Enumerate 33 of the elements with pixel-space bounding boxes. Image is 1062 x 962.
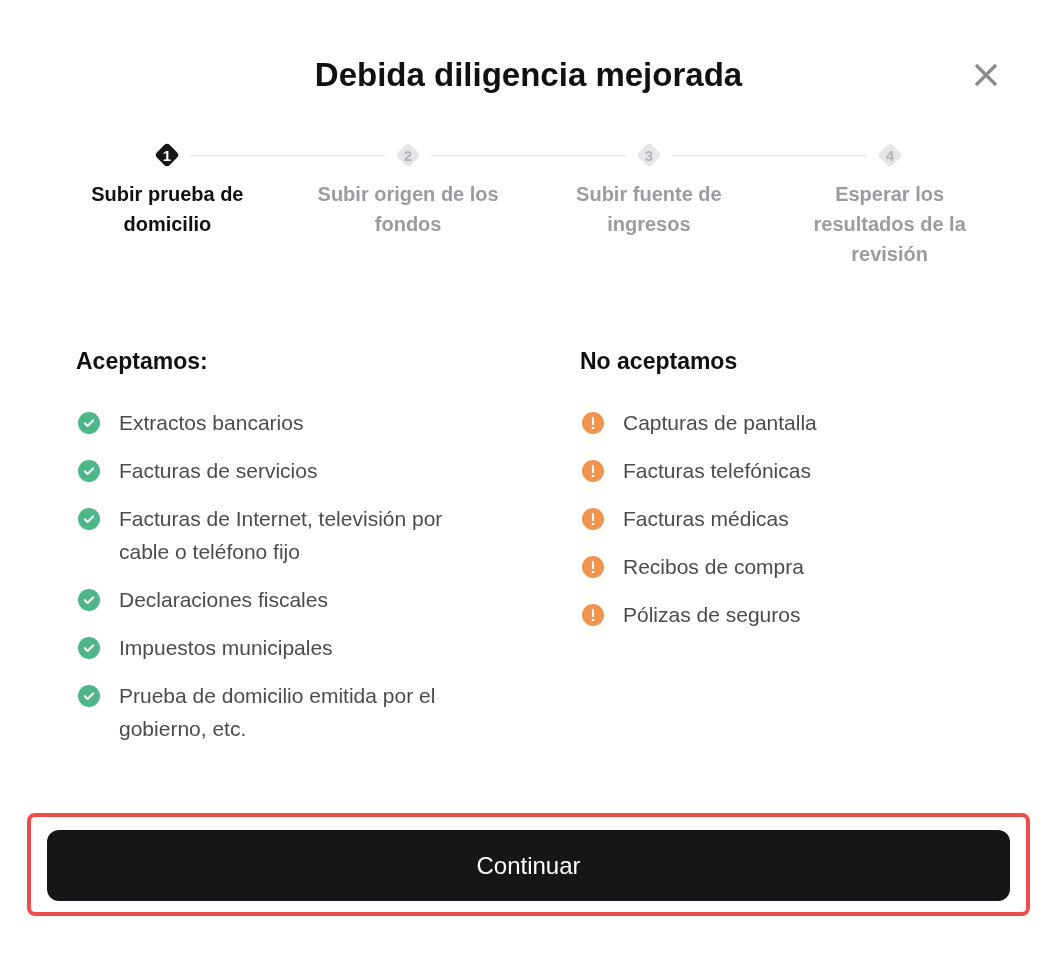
exclamation-circle-icon	[582, 411, 604, 434]
close-icon	[974, 63, 998, 87]
check-circle-icon	[78, 459, 100, 482]
check-circle-icon	[78, 684, 100, 707]
continue-button[interactable]: Continuar	[47, 830, 1010, 901]
step-marker: 1	[154, 142, 180, 168]
exclamation-circle-icon	[582, 555, 604, 578]
step-label: Esperar los resultados de la revisión	[812, 182, 967, 267]
document-type-text: Impuestos municipales	[119, 635, 334, 661]
rejected-heading: No aceptamos	[580, 347, 739, 376]
check-circle-icon	[78, 588, 100, 611]
exclamation-circle-icon	[582, 603, 604, 626]
document-type-text: Facturas de Internet, televisión por cable o teléfono fijo	[119, 506, 444, 565]
document-type-text: Prueba de domicilio emitida por el gobierno, etc.	[119, 683, 437, 742]
exclamation-circle-icon	[582, 507, 604, 530]
accepted-heading: Aceptamos:	[76, 347, 209, 376]
document-type-text: Extractos bancarios	[119, 410, 305, 436]
document-type-text: Recibos de compra	[623, 554, 805, 580]
document-type-text: Pólizas de seguros	[623, 602, 802, 628]
check-circle-icon	[78, 636, 100, 659]
check-circle-icon	[78, 507, 100, 530]
document-type-text: Declaraciones fiscales	[119, 587, 329, 613]
document-type-text: Facturas de servicios	[119, 458, 319, 484]
step-label: Subir prueba de domicilio	[90, 182, 245, 237]
check-circle-icon	[78, 411, 100, 434]
document-type-text: Facturas telefónicas	[623, 458, 812, 484]
exclamation-circle-icon	[582, 459, 604, 482]
close-button[interactable]	[974, 63, 998, 87]
dialog-title: Debida diligencia mejorada	[314, 55, 743, 95]
step-label: Subir fuente de ingresos	[575, 182, 723, 237]
document-type-text: Capturas de pantalla	[623, 410, 818, 436]
document-type-text: Facturas médicas	[623, 506, 790, 532]
step-label: Subir origen de los fondos	[316, 182, 500, 237]
